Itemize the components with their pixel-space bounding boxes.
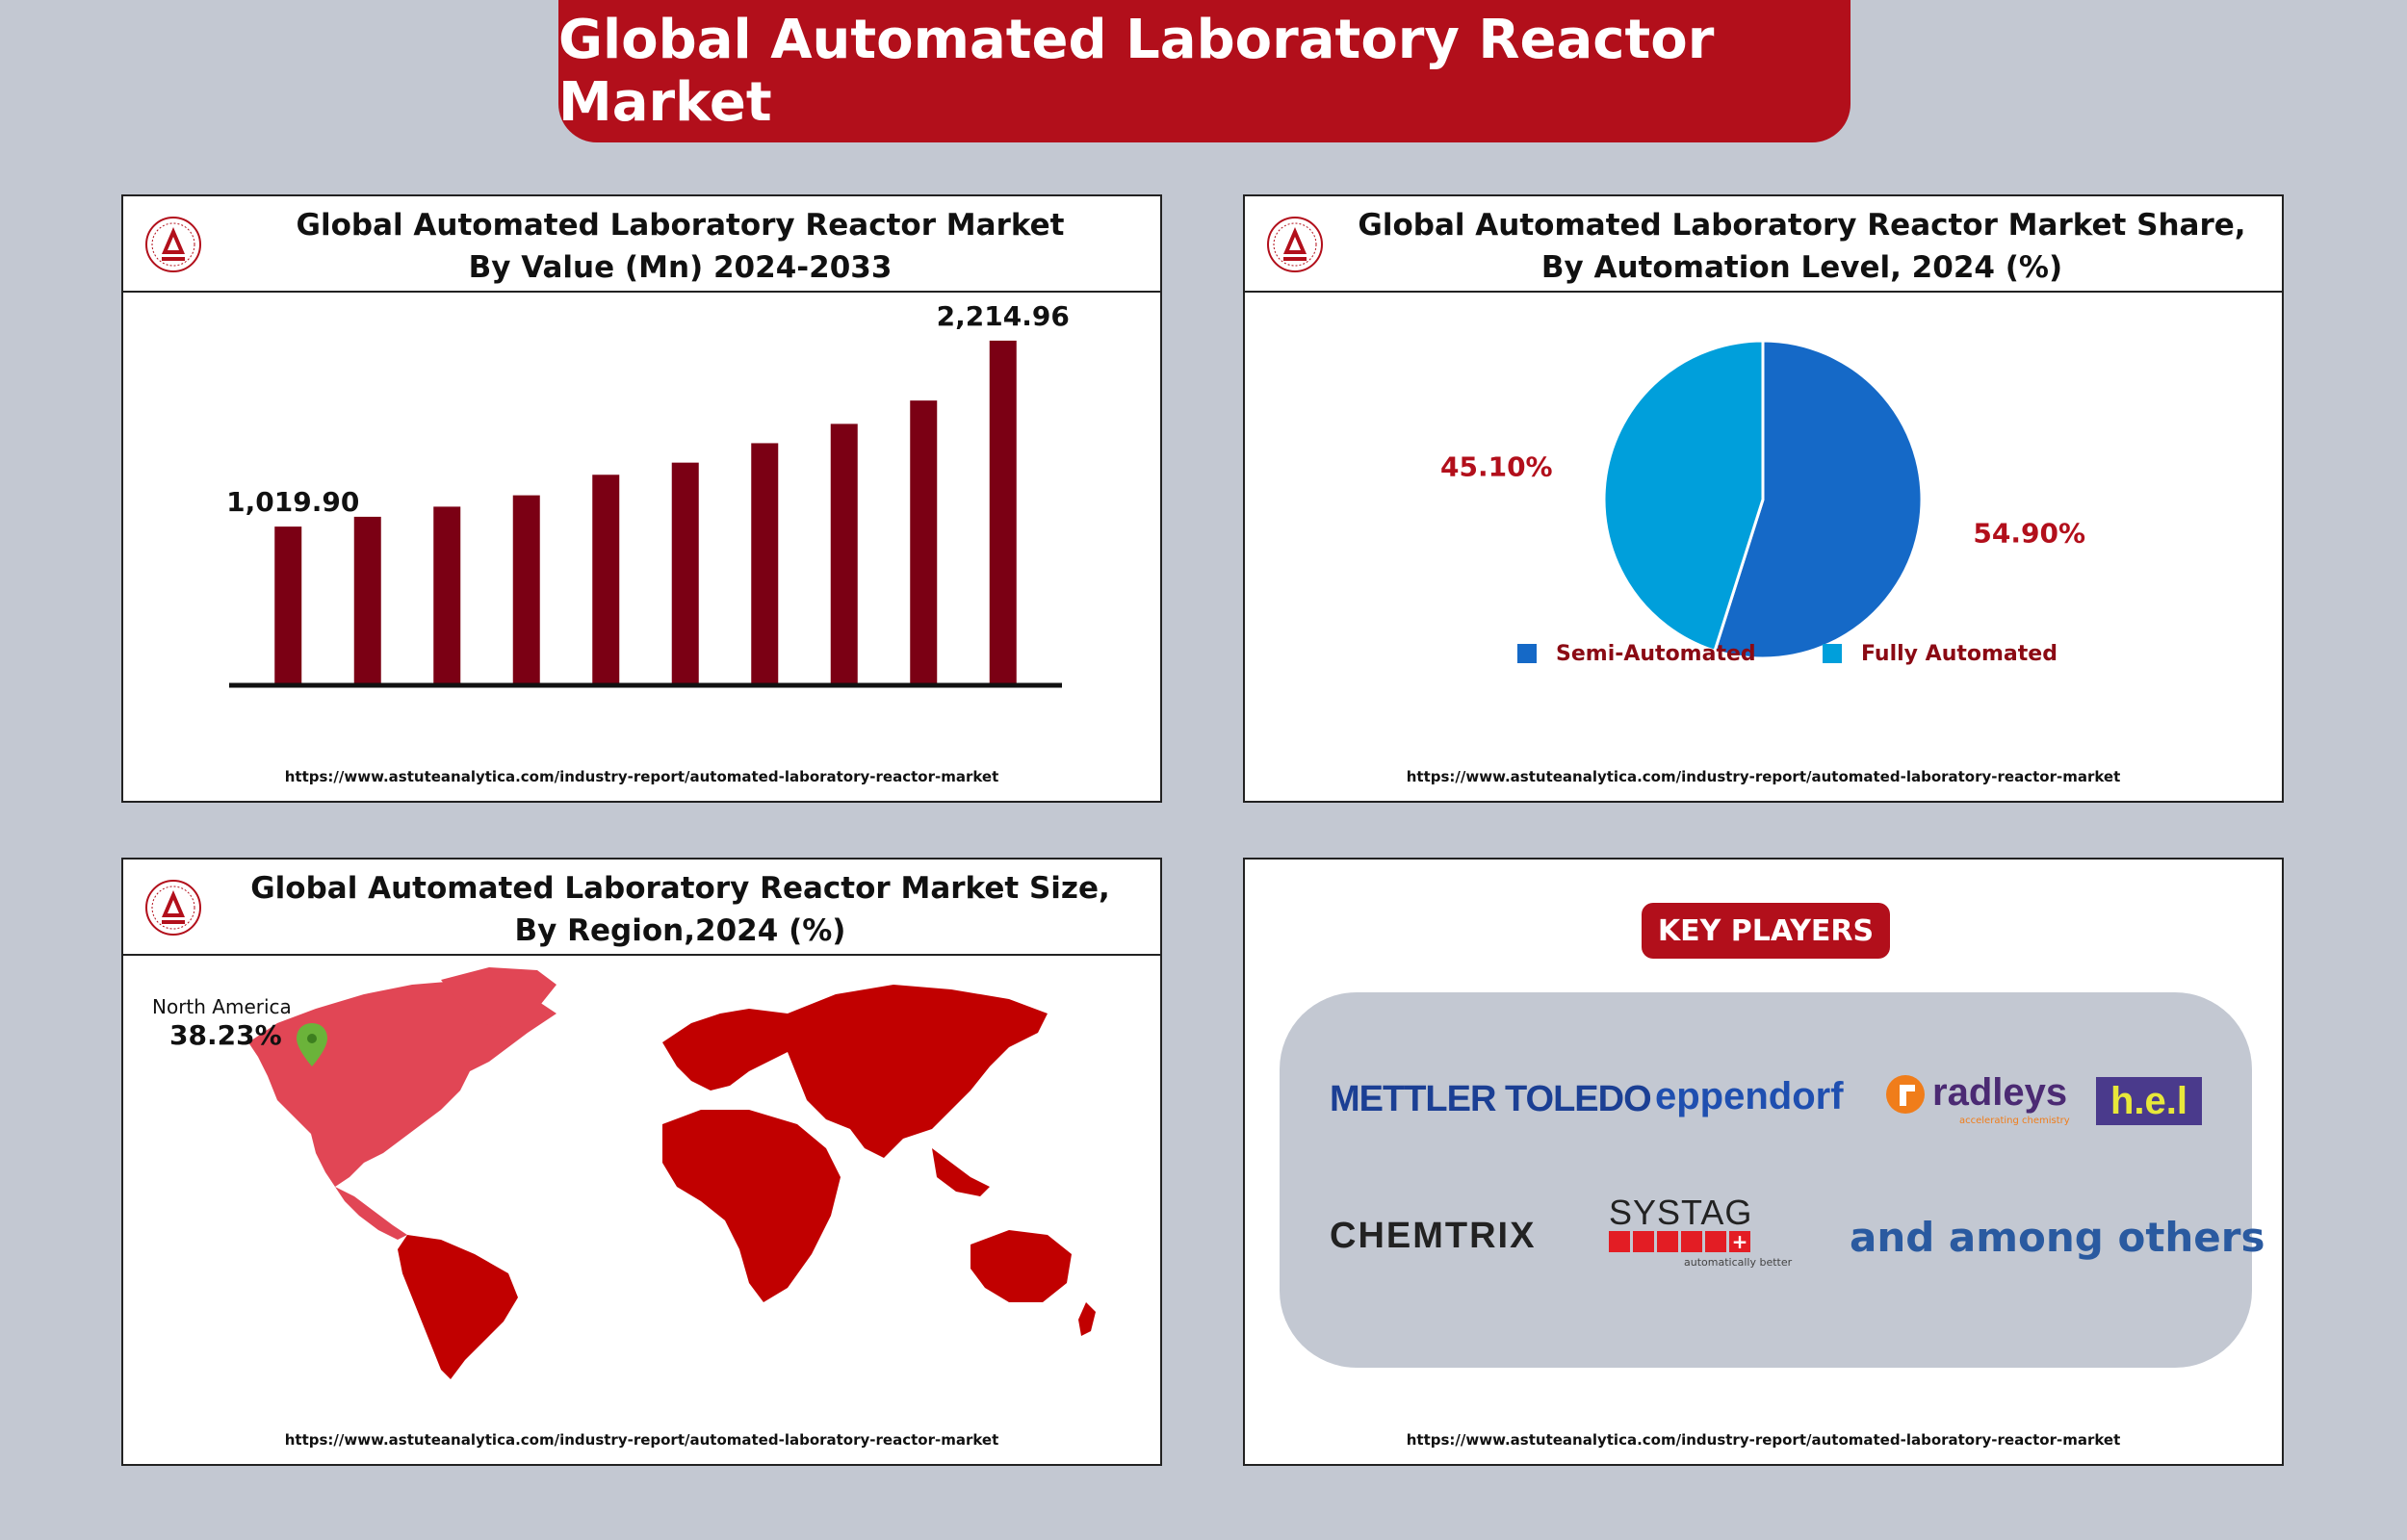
legend-label: Semi-Automated — [1556, 642, 1756, 666]
radleys-logo-icon — [1886, 1075, 1925, 1114]
legend-swatch — [1517, 644, 1537, 663]
brand-chemtrix: CHEMTRIX — [1330, 1216, 1537, 1256]
asia-region — [788, 985, 1048, 1158]
main-title: Global Automated Laboratory Reactor Mark… — [558, 0, 1851, 142]
systag-wordmark: SYSTAG — [1609, 1193, 1753, 1232]
title-line-1: Global Automated Laboratory Reactor Mark… — [296, 208, 1065, 243]
pie-chart-panel: Global Automated Laboratory Reactor Mark… — [1243, 194, 2284, 803]
systag-tagline: automatically better — [1684, 1256, 1793, 1269]
source-url: https://www.astuteanalytica.com/industry… — [284, 768, 999, 785]
systag-block-bar: + — [1609, 1231, 1750, 1252]
title-line-1: Global Automated Laboratory Reactor Mark… — [250, 871, 1110, 906]
brand-systag: SYSTAG + automatically better — [1609, 1193, 1792, 1270]
source-url: https://www.astuteanalytica.com/industry… — [1406, 768, 2121, 785]
bar-chart-panel: Global Automated Laboratory Reactor Mark… — [121, 194, 1162, 803]
bar-chart-title: Global Automated Laboratory Reactor Mark… — [220, 204, 1141, 289]
africa-region — [662, 1110, 841, 1302]
pie-chart-title: Global Automated Laboratory Reactor Mark… — [1341, 204, 2263, 289]
brand-hel: h.e.l — [2096, 1077, 2202, 1125]
bar-2033 — [989, 340, 1017, 685]
europe-region — [662, 1009, 797, 1091]
new-zealand — [1078, 1302, 1096, 1336]
astute-analytica-logo — [1267, 217, 1323, 272]
australia-region — [971, 1230, 1072, 1302]
bar-2029 — [671, 462, 699, 685]
region-value: 38.23% — [169, 1019, 282, 1051]
key-players-panel: KEY PLAYERS METTLER TOLEDO eppendorf rad… — [1243, 858, 2284, 1466]
map-panel: Global Automated Laboratory Reactor Mark… — [121, 858, 1162, 1466]
bar-2031 — [830, 424, 858, 685]
data-label: 2,214.96 — [937, 300, 1070, 332]
bar-2032 — [910, 400, 938, 685]
pie-data-label: 54.90% — [1973, 517, 2085, 549]
world-map: North America 38.23% — [152, 967, 1096, 1379]
bar-2024 — [274, 526, 302, 685]
title-line-2: By Region,2024 (%) — [514, 913, 846, 948]
bar-2030 — [751, 443, 779, 685]
panel-header: Global Automated Laboratory Reactor Mark… — [123, 196, 1160, 293]
legend-swatch — [1823, 644, 1842, 663]
bar-2027 — [512, 495, 540, 685]
brand-eppendorf: eppendorf — [1655, 1075, 1844, 1117]
bar-chart: 20241,019.902025202620272028202920302031… — [226, 300, 1070, 688]
radleys-wordmark: radleys — [1932, 1071, 2068, 1114]
data-label: 1,019.90 — [226, 486, 359, 518]
title-line-2: By Value (Mn) 2024-2033 — [468, 250, 893, 285]
region-label: North America — [152, 995, 292, 1018]
panel-header: Global Automated Laboratory Reactor Mark… — [123, 860, 1160, 956]
central-america — [335, 1187, 407, 1240]
brand-mettler-toledo: METTLER TOLEDO — [1330, 1079, 1652, 1119]
bar-2026 — [433, 506, 461, 685]
pie-chart: 54.90% 45.10% Semi-Automated Fully Automate… — [1440, 339, 2085, 666]
pie-data-label: 45.10% — [1440, 451, 1553, 483]
source-url: https://www.astuteanalytica.com/industry… — [284, 1431, 999, 1449]
legend-label: Fully Automated — [1861, 642, 2058, 666]
title-line-2: By Automation Level, 2024 (%) — [1540, 250, 2063, 285]
key-players-badge: KEY PLAYERS — [1642, 903, 1890, 959]
bar-2028 — [592, 475, 620, 685]
swiss-cross-icon: + — [1729, 1231, 1750, 1252]
astute-analytica-logo — [145, 880, 201, 936]
title-line-1: Global Automated Laboratory Reactor Mark… — [1358, 208, 2246, 243]
and-among-others: and among others — [1850, 1214, 2265, 1261]
bar-2025 — [353, 516, 381, 685]
south-america-region — [398, 1235, 518, 1379]
map-title: Global Automated Laboratory Reactor Mark… — [220, 867, 1141, 952]
southeast-asia — [932, 1148, 990, 1196]
panel-header: Global Automated Laboratory Reactor Mark… — [1245, 196, 2282, 293]
radleys-tagline: accelerating chemistry — [1959, 1116, 2070, 1126]
astute-analytica-logo — [145, 217, 201, 272]
source-url: https://www.astuteanalytica.com/industry… — [1406, 1431, 2121, 1449]
key-players-box: METTLER TOLEDO eppendorf radleys acceler… — [1280, 992, 2265, 1368]
